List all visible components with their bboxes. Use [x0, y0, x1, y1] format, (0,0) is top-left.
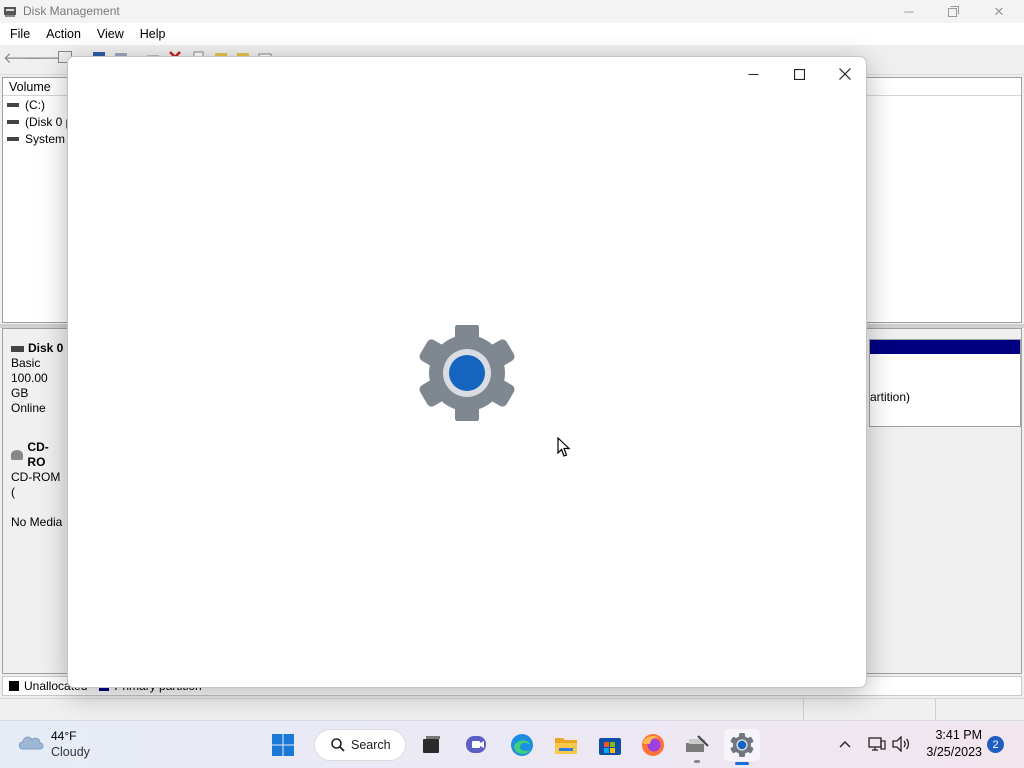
- dm-menu-bar: File Action View Help: [0, 23, 1024, 45]
- mouse-pointer-icon: [557, 437, 571, 457]
- dm-title-bar[interactable]: Disk Management ─ ✕: [0, 0, 1024, 23]
- dm-window-title: Disk Management: [23, 4, 120, 18]
- search-label: Search: [351, 738, 391, 752]
- settings-launch-window: [67, 56, 867, 688]
- running-indicator: [694, 760, 700, 763]
- weather-condition[interactable]: Cloudy: [51, 745, 90, 759]
- disk-status: Online: [11, 401, 46, 415]
- dm-restore-button[interactable]: [930, 0, 976, 23]
- settings-minimize-button[interactable]: [730, 59, 776, 89]
- task-view-button[interactable]: [413, 729, 449, 761]
- disk-0-label[interactable]: Disk 0 Basic 100.00 GB Online: [3, 337, 73, 425]
- active-app-indicator: [735, 762, 749, 765]
- disk-status: No Media: [11, 515, 63, 529]
- menu-action[interactable]: Action: [38, 27, 89, 41]
- partition-block[interactable]: artition): [869, 339, 1021, 427]
- primary-partition-bar: [870, 340, 1020, 354]
- back-arrow-icon[interactable]: 🡐: [3, 51, 43, 67]
- show-hidden-icons-button[interactable]: [835, 734, 855, 754]
- task-view-icon: [423, 736, 440, 753]
- notification-badge[interactable]: 2: [987, 736, 1004, 753]
- search-icon: [331, 738, 345, 752]
- maximize-icon: [793, 68, 805, 80]
- microsoft-store-icon: [599, 738, 621, 755]
- dm-close-button[interactable]: ✕: [976, 0, 1022, 23]
- cloud-icon[interactable]: [17, 731, 45, 753]
- menu-file[interactable]: File: [2, 27, 38, 41]
- start-button[interactable]: [265, 729, 301, 761]
- disk-management-taskbar-button[interactable]: [679, 729, 715, 761]
- volume-name: (C:): [25, 98, 45, 112]
- drive-icon: [7, 103, 19, 107]
- hard-disk-icon: [11, 345, 24, 352]
- volume-name: (Disk 0 p: [25, 115, 73, 129]
- settings-maximize-button[interactable]: [776, 59, 822, 89]
- weather-temperature[interactable]: 44°F: [51, 729, 76, 743]
- file-explorer-button[interactable]: [548, 729, 584, 761]
- teams-chat-button[interactable]: [459, 729, 495, 761]
- disk-name: CD-RO: [27, 440, 49, 469]
- minimize-icon: [748, 73, 758, 75]
- column-header-volume[interactable]: Volume: [9, 80, 51, 94]
- disk-name: Disk 0: [28, 341, 64, 355]
- cdrom-label[interactable]: CD-RO CD-ROM ( No Media: [3, 436, 73, 529]
- status-separator: [803, 698, 804, 720]
- firefox-icon: [642, 734, 664, 756]
- partition-label: artition): [870, 390, 911, 404]
- network-icon: [868, 737, 886, 751]
- dm-minimize-button[interactable]: ─: [886, 0, 932, 23]
- speaker-icon: [892, 736, 910, 752]
- taskbar-search-box[interactable]: Search: [314, 729, 406, 761]
- dm-status-bar: [0, 698, 1024, 720]
- minimize-icon: ─: [904, 4, 914, 19]
- unallocated-swatch: [9, 681, 19, 691]
- disk-management-app-icon: [4, 7, 16, 17]
- forward-arrow-icon[interactable]: 🡒: [25, 51, 65, 67]
- settings-gear-icon: [419, 325, 515, 421]
- status-separator: [935, 698, 936, 720]
- menu-view[interactable]: View: [89, 27, 132, 41]
- settings-taskbar-button[interactable]: [724, 729, 760, 761]
- volume-row[interactable]: (Disk 0 p: [7, 114, 72, 130]
- disk-management-icon: [686, 735, 709, 752]
- clock-time[interactable]: 3:41 PM: [920, 728, 982, 742]
- file-explorer-icon: [555, 738, 577, 754]
- drive-icon: [7, 120, 19, 124]
- cdrom-icon: [11, 450, 24, 460]
- volume-button[interactable]: [891, 734, 911, 754]
- windows-start-icon: [272, 734, 294, 756]
- clock-date[interactable]: 3/25/2023: [920, 745, 982, 759]
- chevron-up-icon: [839, 741, 851, 748]
- disk-type: Basic: [11, 356, 41, 370]
- settings-icon: [730, 733, 754, 757]
- disk-size: 100.00 GB: [11, 371, 48, 400]
- teams-chat-icon: [466, 736, 486, 753]
- settings-close-button[interactable]: [822, 59, 868, 89]
- restore-icon: [947, 6, 959, 17]
- drive-icon: [7, 137, 19, 141]
- close-icon: [839, 68, 851, 80]
- disk-type: CD-ROM (: [11, 470, 61, 499]
- close-icon: ✕: [993, 3, 1005, 19]
- firefox-button[interactable]: [635, 729, 671, 761]
- edge-icon: [511, 734, 533, 756]
- menu-help[interactable]: Help: [132, 27, 174, 41]
- microsoft-store-button[interactable]: [592, 729, 628, 761]
- edge-button[interactable]: [504, 729, 540, 761]
- volume-row[interactable]: (C:): [7, 97, 45, 113]
- network-status-button[interactable]: [867, 734, 887, 754]
